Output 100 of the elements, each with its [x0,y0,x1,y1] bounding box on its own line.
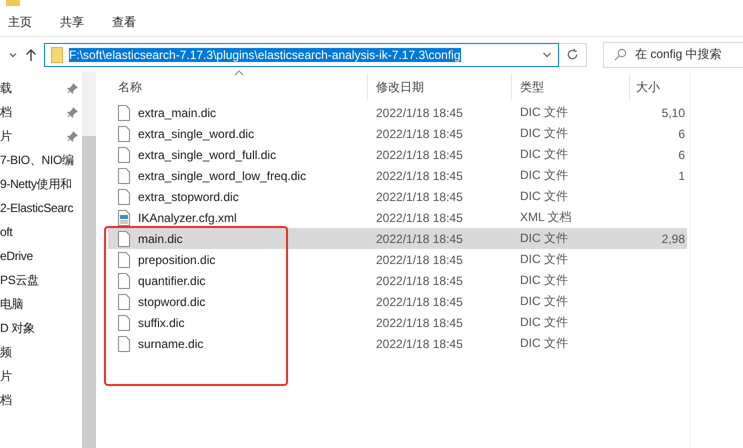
scrollbar-thumb[interactable] [82,136,96,448]
table-cell-text: 2022/1/18 18:45 [375,274,464,288]
table-cell-text: 2022/1/18 18:45 [375,148,464,162]
table-cell-text: 2022/1/18 18:45 [375,336,464,350]
file-name: extra_single_word_full.dic [138,148,276,162]
sidebar-item[interactable]: 频 [0,344,12,360]
file-row[interactable]: quantifier.dic 2022/1/18 18:45 DIC 文件 [108,270,687,291]
table-cell-text: 2022/1/18 18:45 [375,106,464,120]
file-row[interactable]: extra_single_word.dic 2022/1/18 18:45 DIC 文件 6 [108,123,687,144]
sidebar-item[interactable]: 档 [0,104,12,120]
file-name: main.dic [138,232,183,246]
file-icon [118,294,130,310]
file-name: surname.dic [138,336,204,350]
address-path: F:\soft\elasticsearch-7.17.3\plugins\elasticsearch-analysis-ik-7.17.3\config [69,48,461,62]
table-cell-text: 2022/1/18 18:45 [375,316,464,330]
file-row[interactable]: stopword.dic 2022/1/18 18:45 DIC 文件 [108,291,687,312]
file-icon [118,188,130,204]
address-bar[interactable]: F:\soft\elasticsearch-7.17.3\plugins\elasticsearch-analysis-ik-7.17.3\config [44,42,559,66]
table-cell: 5,10 [662,106,685,120]
table-cell-text: DIC 文件 [519,272,569,289]
file-icon [118,252,130,268]
table-cell: 6 [678,126,685,140]
file-row[interactable]: extra_single_word_low_freq.dic 2022/1/18 18:45 DIC 文件 1 [108,165,687,186]
ribbon-tab[interactable]: 查看 [106,10,144,34]
scrollbar[interactable] [82,72,96,448]
ribbon-tab[interactable]: 主页 [2,10,40,34]
sidebar-item[interactable]: 片 [0,368,12,384]
table-cell-text: 2022/1/18 18:45 [375,232,464,246]
xml-file-icon [118,210,130,226]
table-cell-text: XML 文档 [519,209,573,226]
file-row[interactable]: suffix.dic 2022/1/18 18:45 DIC 文件 [108,312,687,333]
file-name: extra_main.dic [138,106,216,120]
table-cell-text: DIC 文件 [519,104,569,121]
table-cell-text: DIC 文件 [519,293,569,310]
sidebar-item[interactable]: oft [0,225,12,239]
file-icon [118,146,130,162]
sidebar-item[interactable]: 档 [0,392,12,408]
folder-icon [51,46,63,62]
table-cell-text: DIC 文件 [519,230,569,247]
table-cell-text: 2022/1/18 18:45 [375,126,464,140]
sort-caret-icon [234,70,244,76]
table-cell: 6 [678,148,685,162]
table-cell-text: 2022/1/18 18:45 [375,168,464,182]
sidebar-item[interactable]: PS云盘 [0,272,39,288]
file-name: IKAnalyzer.cfg.xml [138,210,237,224]
column-header[interactable]: 类型 [512,74,630,100]
folder-icon [6,0,20,6]
file-row[interactable]: surname.dic 2022/1/18 18:45 DIC 文件 [108,333,687,354]
table-cell-text: 2022/1/18 18:45 [375,252,464,266]
file-icon [118,336,130,352]
file-name: preposition.dic [138,252,216,266]
file-row[interactable]: extra_stopword.dic 2022/1/18 18:45 DIC 文件 [108,186,687,207]
file-row[interactable]: extra_main.dic 2022/1/18 18:45 DIC 文件 5,10 [108,102,687,123]
table-cell-text: 2022/1/18 18:45 [375,190,464,204]
search-placeholder: 在 config 中搜索 [635,46,722,63]
sidebar-item[interactable]: 片 [0,128,12,144]
sidebar-item[interactable]: eDrive [0,249,33,263]
column-header[interactable]: 名称 [108,74,368,100]
file-name: extra_single_word_low_freq.dic [138,168,306,182]
ribbon-tab[interactable]: 共享 [54,10,92,34]
sidebar-item[interactable]: 载 [0,80,12,96]
file-row[interactable]: main.dic 2022/1/18 18:45 DIC 文件 2,98 [108,228,687,249]
table-cell: 2,98 [662,232,685,246]
sidebar-item[interactable]: 2-ElasticSearc [0,201,74,215]
table-cell-text: DIC 文件 [519,125,569,142]
file-name: suffix.dic [138,316,184,330]
file-row[interactable]: IKAnalyzer.cfg.xml 2022/1/18 18:45 XML 文档 [108,207,687,228]
file-icon [118,126,130,142]
file-name: quantifier.dic [138,274,206,288]
file-name: stopword.dic [138,294,206,308]
table-cell-text: DIC 文件 [519,335,569,352]
file-icon [118,314,130,330]
file-row[interactable]: extra_single_word_full.dic 2022/1/18 18:45 DIC 文件 6 [108,144,687,165]
table-cell-text: DIC 文件 [519,167,569,184]
table-cell-text: 2022/1/18 18:45 [375,210,464,224]
column-header[interactable]: 大小 [630,74,687,100]
sidebar-item[interactable]: D 对象 [0,320,35,336]
sidebar-item[interactable]: 电脑 [0,296,24,312]
table-cell-text: 2022/1/18 18:45 [375,294,464,308]
file-name: extra_single_word.dic [138,126,254,140]
file-name: extra_stopword.dic [138,190,239,204]
table-cell-text: DIC 文件 [519,314,569,331]
file-icon [118,104,130,120]
table-cell-text: DIC 文件 [519,146,569,163]
search-icon [614,48,627,61]
column-header[interactable]: 修改日期 [368,74,512,100]
refresh-button[interactable] [559,42,587,66]
search-field[interactable]: 在 config 中搜索 [603,42,743,68]
refresh-icon [566,48,579,61]
file-icon [118,168,130,184]
table-cell-text: DIC 文件 [519,251,569,268]
sidebar-item[interactable]: 9-Netty使用和 [0,176,72,192]
file-row[interactable]: preposition.dic 2022/1/18 18:45 DIC 文件 [108,249,687,270]
up-arrow-icon[interactable] [24,48,38,62]
table-cell-text: DIC 文件 [519,188,569,205]
chevron-down-icon[interactable] [542,50,552,60]
sidebar-item[interactable]: 7-BIO、NIO编 [0,152,74,168]
table-cell: 1 [678,168,685,182]
file-icon [118,230,130,246]
file-icon [118,272,130,288]
